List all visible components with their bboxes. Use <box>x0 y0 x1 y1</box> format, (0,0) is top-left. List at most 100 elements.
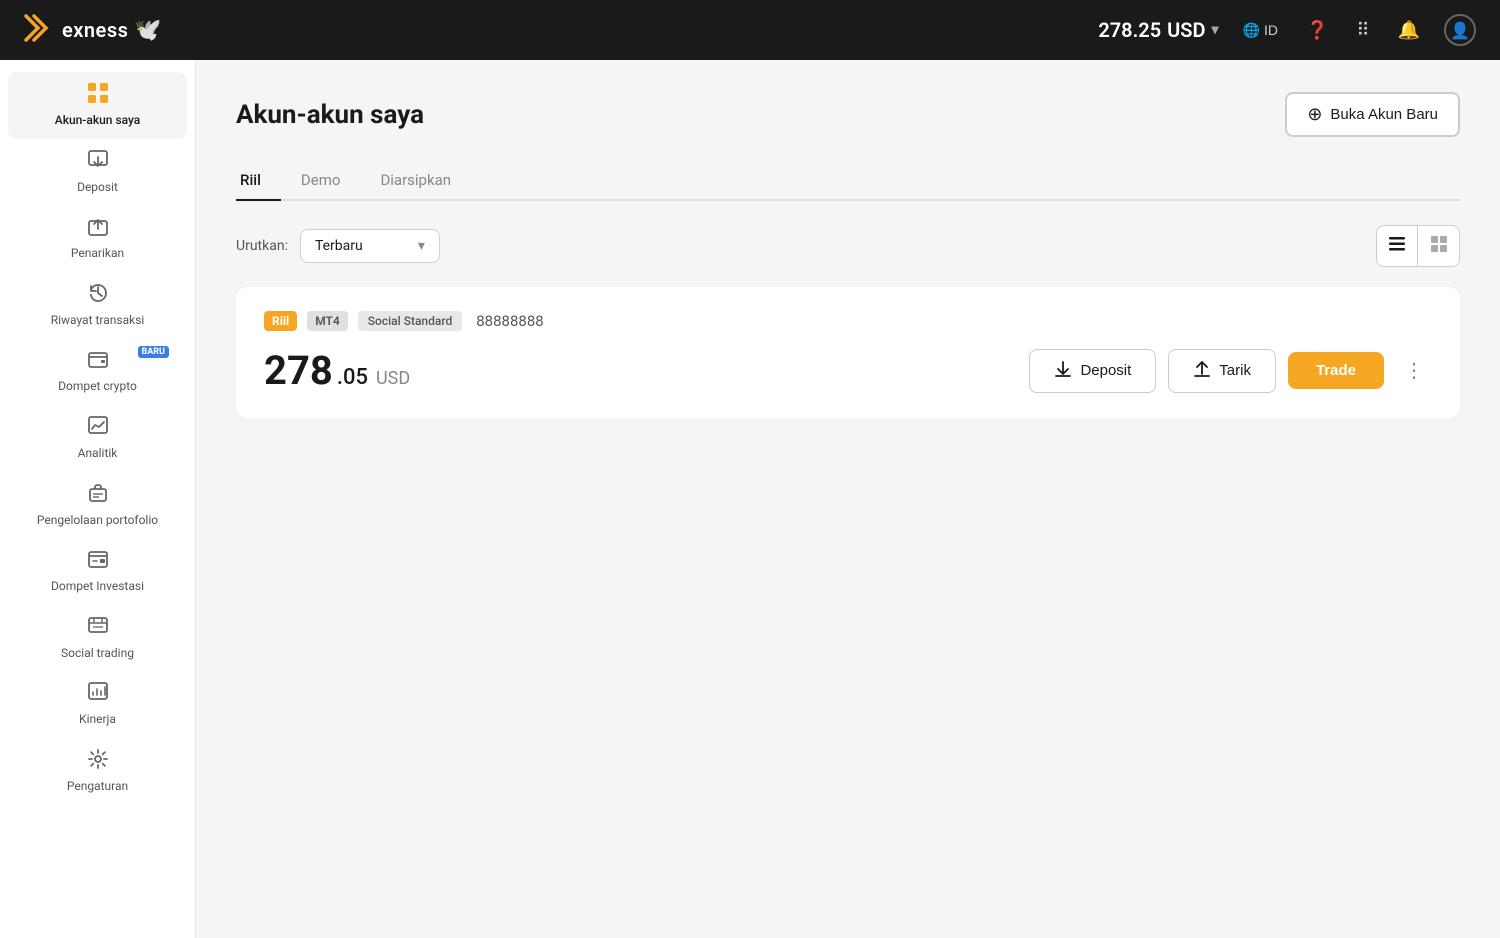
sidebar-label-penarikan: Penarikan <box>71 246 124 262</box>
open-account-button[interactable]: ⊕ Buka Akun Baru <box>1285 92 1460 137</box>
user-avatar[interactable]: 👤 <box>1444 14 1476 46</box>
baru-badge: BARU <box>138 346 170 358</box>
card-bottom: 278 .05 USD Deposit <box>264 347 1432 394</box>
balance-display[interactable]: 278.25 USD ▾ <box>1098 18 1218 42</box>
list-view-icon <box>1388 235 1406 258</box>
card-top: Riil MT4 Social Standard 88888888 <box>264 311 1432 331</box>
sidebar-item-penarikan[interactable]: Penarikan <box>8 205 187 272</box>
balance-decimal: .05 <box>337 365 368 390</box>
analytics-icon <box>87 415 109 442</box>
bell-icon: 🔔 <box>1398 20 1420 41</box>
sidebar-label-akun: Akun-akun saya <box>55 113 141 129</box>
portfolio-icon <box>87 482 109 509</box>
trade-button[interactable]: Trade <box>1288 352 1384 389</box>
account-card: Riil MT4 Social Standard 88888888 278 .0… <box>236 287 1460 418</box>
sidebar-item-social-trading[interactable]: Social trading <box>8 605 187 672</box>
sidebar-item-akun-akun-saya[interactable]: Akun-akun saya <box>8 72 187 139</box>
badge-mt4: MT4 <box>307 311 348 331</box>
apps-btn[interactable]: ⠿ <box>1352 16 1373 45</box>
deposit-button[interactable]: Deposit <box>1029 349 1156 393</box>
sidebar: Akun-akun saya Deposit Penarikan <box>0 60 196 938</box>
crypto-wallet-icon <box>87 348 109 375</box>
balance-currency: USD <box>1167 18 1205 42</box>
grid-view-icon <box>1430 235 1448 258</box>
main-layout: Akun-akun saya Deposit Penarikan <box>0 60 1500 938</box>
sidebar-item-dompet-crypto[interactable]: BARU Dompet crypto <box>8 338 187 405</box>
filter-row: Urutkan: Terbaru ▾ <box>236 225 1460 267</box>
ellipsis-vertical-icon: ⋮ <box>1404 360 1424 382</box>
logo-area: exness 🕊️ <box>24 14 162 47</box>
performance-icon <box>87 681 109 708</box>
deposit-arrow-icon <box>1054 360 1072 382</box>
grid-icon <box>87 82 109 109</box>
list-view-btn[interactable] <box>1376 225 1418 267</box>
sidebar-label-pengaturan: Pengaturan <box>67 779 128 795</box>
balance-value: 278.25 <box>1098 18 1161 42</box>
filter-left: Urutkan: Terbaru ▾ <box>236 229 440 263</box>
sidebar-label-social: Social trading <box>61 646 134 662</box>
logo-x-icon <box>24 14 56 47</box>
sidebar-label-deposit: Deposit <box>77 180 118 196</box>
balance-integer: 278 <box>264 347 333 394</box>
help-icon: ❓ <box>1306 20 1328 41</box>
withdrawal-icon <box>87 215 109 242</box>
sidebar-item-pengelolaan[interactable]: Pengelolaan portofolio <box>8 472 187 539</box>
topnav-right: 278.25 USD ▾ 🌐 ID ❓ ⠿ 🔔 👤 <box>1098 14 1476 46</box>
tab-riil-label: Riil <box>240 171 261 189</box>
badge-riil: Riil <box>264 311 297 331</box>
apps-grid-icon: ⠿ <box>1356 20 1369 41</box>
sidebar-item-analitik[interactable]: Analitik <box>8 405 187 472</box>
social-trading-icon <box>87 615 109 642</box>
withdraw-arrow-icon <box>1193 360 1211 382</box>
account-number: 88888888 <box>476 312 543 330</box>
sort-label: Urutkan: <box>236 238 288 254</box>
globe-icon: 🌐 <box>1243 22 1260 39</box>
open-account-label: Buka Akun Baru <box>1330 106 1438 123</box>
tabs: Riil Demo Diarsipkan <box>236 161 1460 201</box>
tab-riil[interactable]: Riil <box>236 161 281 201</box>
lang-label: ID <box>1264 22 1278 38</box>
sort-dropdown[interactable]: Terbaru ▾ <box>300 229 440 263</box>
tab-diarsipkan[interactable]: Diarsipkan <box>376 161 471 201</box>
sidebar-label-analitik: Analitik <box>78 446 118 462</box>
grid-view-btn[interactable] <box>1418 225 1460 267</box>
logo[interactable]: exness 🕊️ <box>24 14 162 47</box>
sidebar-item-riwayat[interactable]: Riwayat transaksi <box>8 272 187 339</box>
tab-demo[interactable]: Demo <box>297 161 361 201</box>
notifications-btn[interactable]: 🔔 <box>1394 16 1424 45</box>
history-icon <box>87 282 109 309</box>
logo-dove-icon: 🕊️ <box>134 18 161 43</box>
card-actions: Deposit Tarik Trade <box>1029 349 1432 393</box>
content-header: Akun-akun saya ⊕ Buka Akun Baru <box>236 92 1460 137</box>
sidebar-item-kinerja[interactable]: Kinerja <box>8 671 187 738</box>
plus-icon: ⊕ <box>1307 104 1322 125</box>
badge-social-standard: Social Standard <box>358 311 462 331</box>
trade-label: Trade <box>1316 362 1356 379</box>
user-icon: 👤 <box>1450 21 1470 40</box>
sidebar-label-riwayat: Riwayat transaksi <box>51 313 145 329</box>
more-options-button[interactable]: ⋮ <box>1396 354 1432 387</box>
chevron-down-icon: ▾ <box>1212 22 1219 38</box>
withdraw-label: Tarik <box>1219 362 1251 379</box>
deposit-icon <box>87 149 109 176</box>
sort-chevron-icon: ▾ <box>418 238 425 254</box>
logo-text: exness <box>62 18 128 42</box>
sidebar-item-deposit[interactable]: Deposit <box>8 139 187 206</box>
sidebar-item-pengaturan[interactable]: Pengaturan <box>8 738 187 805</box>
deposit-label: Deposit <box>1080 362 1131 379</box>
main-content: Akun-akun saya ⊕ Buka Akun Baru Riil Dem… <box>196 60 1500 938</box>
balance-currency-label: USD <box>376 368 410 389</box>
tab-diarsipkan-label: Diarsipkan <box>380 171 451 189</box>
tab-demo-label: Demo <box>301 171 341 189</box>
help-btn[interactable]: ❓ <box>1302 16 1332 45</box>
sidebar-item-dompet-investasi[interactable]: Dompet Investasi <box>8 538 187 605</box>
sidebar-label-kinerja: Kinerja <box>79 712 116 728</box>
view-toggle <box>1376 225 1460 267</box>
topnav: exness 🕊️ 278.25 USD ▾ 🌐 ID ❓ ⠿ 🔔 👤 <box>0 0 1500 60</box>
account-balance: 278 .05 USD <box>264 347 410 394</box>
investment-wallet-icon <box>87 548 109 575</box>
language-btn[interactable]: 🌐 ID <box>1239 18 1282 43</box>
withdraw-button[interactable]: Tarik <box>1168 349 1276 393</box>
page-title: Akun-akun saya <box>236 100 424 130</box>
sidebar-label-pengelolaan: Pengelolaan portofolio <box>37 513 158 529</box>
